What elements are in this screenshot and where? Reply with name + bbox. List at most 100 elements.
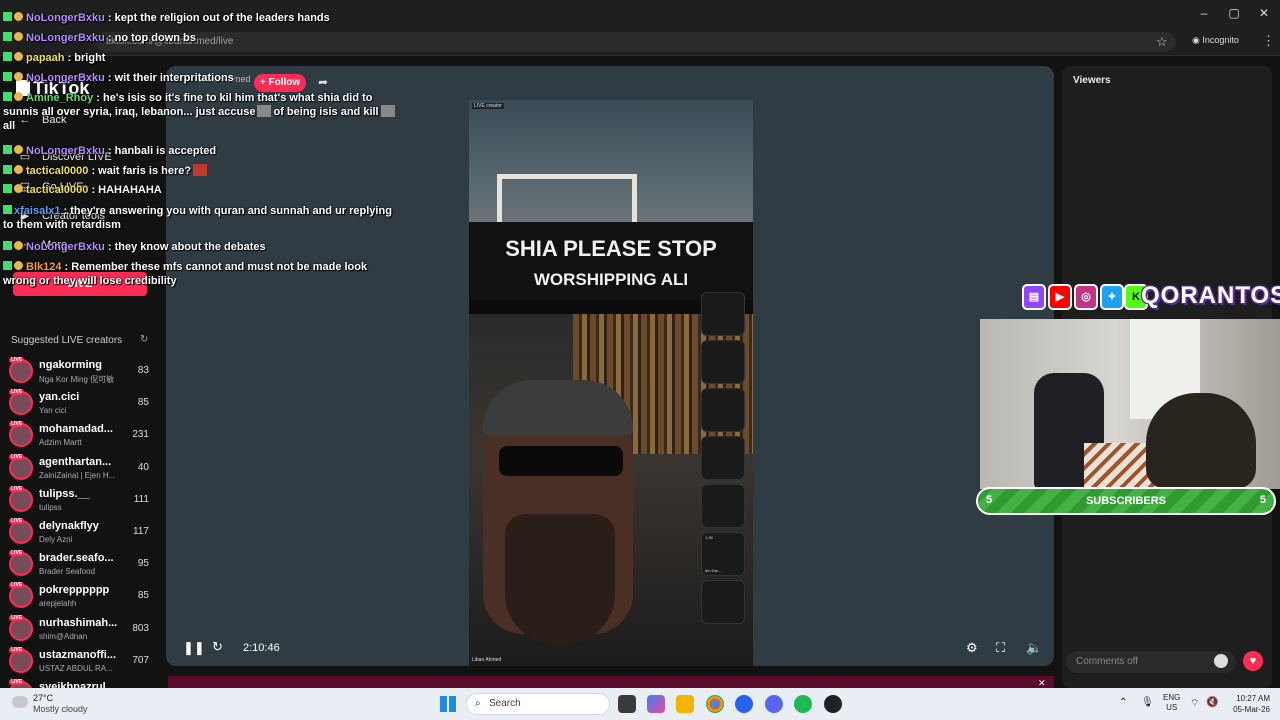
chat-message: tactical0000 : HAHAHAHA	[3, 183, 398, 197]
host-sunglasses	[499, 446, 623, 476]
fullscreen-icon[interactable]: ⛶	[996, 640, 1005, 656]
search-placeholder: Search	[489, 698, 521, 709]
live-badge: LIVE	[9, 679, 25, 685]
guest-tile[interactable]	[701, 340, 745, 384]
live-badge: LIVE	[9, 453, 25, 460]
creator-name: ngakorming	[39, 359, 102, 371]
cloud-icon[interactable]	[12, 696, 28, 708]
windows-taskbar: 27°C Mostly cloudy ⌕ Search ⌃ 🎙 ENG US ⌔ 🔇…	[0, 688, 1280, 720]
creator-name: delynakflyy	[39, 520, 99, 532]
comment-input[interactable]: Comments off	[1066, 651, 1236, 673]
viewer-count: 85	[137, 590, 149, 602]
chat-message: Amine_Rhoy : he's isis so it's fine to k…	[3, 91, 398, 133]
live-badge: LIVE	[9, 518, 25, 524]
guest-tile[interactable]	[701, 484, 745, 528]
chat-text: they're answering you with quran and sun…	[3, 205, 392, 231]
lang-bottom: US	[1166, 703, 1178, 712]
suggested-creator[interactable]: LIVE mohamadad... Adzim Martt 231	[9, 421, 157, 451]
suggested-creator[interactable]: LIVE delynakflyy Dely Azni 117	[9, 518, 157, 548]
minimize-icon[interactable]: –	[1196, 6, 1212, 20]
chat-overlay: NoLongerBxku : kept the religion out of …	[0, 0, 400, 300]
language-indicator[interactable]: ENG US	[1163, 693, 1180, 713]
webcam-head	[1146, 393, 1256, 489]
guest-tile[interactable]	[701, 436, 745, 480]
reload-icon[interactable]: ↻	[212, 639, 223, 655]
suggested-creator[interactable]: LIVE agenthartan... ZainiZainal | Ejen H..…	[9, 453, 157, 484]
chat-text: wait faris is here?	[98, 165, 192, 177]
guest-tile[interactable]	[701, 292, 745, 336]
promo-strip	[168, 676, 1054, 688]
moon-badge-icon	[14, 12, 23, 21]
chat-username: papaah	[26, 52, 65, 64]
suggested-creator[interactable]: LIVE nurhashimah... shim@Adnan 803	[9, 614, 157, 645]
guest-tile[interactable]: 1.2K Ibn Om...	[701, 532, 745, 576]
live-badge: LIVE	[9, 485, 25, 492]
microphone-icon[interactable]: 🎙	[1141, 697, 1154, 708]
weather-condition: Mostly cloudy	[33, 704, 88, 714]
close-icon[interactable]: ✕	[1256, 6, 1272, 20]
pause-icon[interactable]: ❚❚	[183, 640, 205, 656]
file-explorer-icon[interactable]	[676, 695, 694, 713]
kick-badge-icon	[3, 32, 12, 41]
kick-badge-icon	[3, 241, 12, 250]
kick-badge-icon	[3, 52, 12, 61]
guest-tile[interactable]	[701, 388, 745, 432]
chrome-icon[interactable]	[706, 695, 724, 713]
chat-text: all	[3, 120, 16, 132]
discord-icon[interactable]	[765, 695, 783, 713]
emote-icon	[257, 105, 272, 117]
twitch-icon: ▤	[1022, 284, 1046, 310]
emoji-icon[interactable]	[1214, 654, 1228, 668]
live-video[interactable]: LIVE creator SHIA PLEASE STOP WORSHIPPIN…	[469, 100, 753, 666]
chat-username: Amine_Rhoy	[26, 92, 94, 104]
kick-badge-icon	[3, 184, 12, 193]
heart-icon[interactable]: ♥	[1243, 651, 1263, 671]
taskbar-search[interactable]: ⌕ Search	[466, 693, 610, 715]
browser-menu-icon[interactable]: ⋮	[1262, 33, 1275, 49]
creator-subtitle: Adzim Martt	[39, 438, 82, 448]
chat-message: tactical0000 : wait faris is here?	[3, 164, 398, 178]
tray-chevron-icon[interactable]: ⌃	[1119, 697, 1127, 708]
creator-name: yan.cici	[39, 391, 80, 404]
suggested-creator[interactable]: LIVE tulipss.__ tulipss 111	[9, 485, 157, 516]
suggested-creator[interactable]: LIVE ngakorming Nga Kor Ming 倪可敏 83	[9, 357, 157, 387]
creator-subtitle: shim@Adnan	[39, 631, 88, 641]
live-badge: LIVE	[9, 646, 25, 653]
host-beard	[505, 514, 615, 644]
guest-tile[interactable]	[701, 580, 745, 624]
volume-icon[interactable]: 🔈	[1026, 640, 1042, 656]
chat-text: hanbali is accepted	[114, 145, 217, 157]
creator-name: agenthartan...	[39, 455, 112, 468]
obs-icon[interactable]	[824, 695, 842, 713]
moon-badge-icon	[14, 165, 23, 174]
live-badge: LIVE	[9, 357, 25, 363]
speaker-icon[interactable]: 🔇	[1206, 697, 1218, 708]
copilot-icon[interactable]	[647, 695, 665, 713]
windows-start-icon[interactable]	[440, 696, 456, 712]
creator-name: nurhashimah...	[39, 616, 118, 629]
restore-icon[interactable]: ▢	[1226, 6, 1242, 20]
edge-icon[interactable]	[735, 695, 753, 713]
incognito-indicator[interactable]: ◉ Incognito	[1192, 35, 1239, 46]
creator-name: mohamadad...	[39, 423, 113, 436]
bookmark-star-icon[interactable]: ☆	[1156, 34, 1168, 50]
live-badge: LIVE	[9, 389, 25, 396]
kick-badge-icon	[3, 92, 12, 101]
emote-icon	[193, 164, 208, 176]
suggested-creator[interactable]: LIVE yan.cici Yan cici 85	[9, 389, 157, 419]
wifi-icon[interactable]: ⌔	[1190, 697, 1199, 710]
chat-text: kept the religion out of the leaders han…	[114, 12, 330, 24]
kick-badge-icon	[3, 145, 12, 154]
suggested-creator[interactable]: LIVE pokrepppppp arepjelahh 85	[9, 582, 157, 612]
viewer-count: 83	[137, 365, 149, 376]
twitter-icon: ✦	[1100, 284, 1124, 310]
task-view-icon[interactable]	[618, 695, 636, 713]
suggested-creator[interactable]: LIVE brader.seafo... Brader Seafood 95	[9, 550, 157, 580]
chat-message: NoLongerBxku : they know about the debat…	[3, 240, 398, 254]
incognito-label: Incognito	[1202, 35, 1239, 45]
spotify-icon[interactable]	[794, 695, 812, 713]
system-clock[interactable]: 10:27 AM 05-Mar-26	[1226, 693, 1270, 715]
refresh-icon[interactable]: ↻	[140, 334, 148, 345]
suggested-creator[interactable]: LIVE ustazmanoffi... USTAZ ABDUL RA... 707	[9, 646, 157, 677]
settings-icon[interactable]: ⚙	[966, 640, 978, 656]
